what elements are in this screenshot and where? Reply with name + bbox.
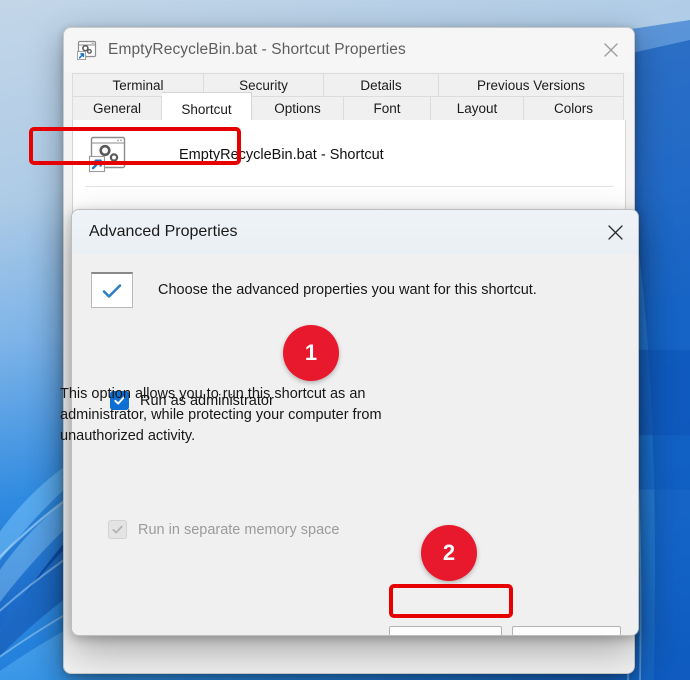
desktop-root: EmptyRecycleBin.bat - Shortcut Propertie… xyxy=(0,0,690,680)
shortcut-bat-icon xyxy=(76,39,98,61)
advanced-dialog-title: Advanced Properties xyxy=(89,223,238,240)
tab-general[interactable]: General xyxy=(72,96,162,120)
advanced-intro-text: Choose the advanced properties you want … xyxy=(158,282,537,298)
tab-details[interactable]: Details xyxy=(324,73,439,97)
tab-shortcut[interactable]: Shortcut xyxy=(162,92,252,120)
shortcut-name-label: EmptyRecycleBin.bat - Shortcut xyxy=(179,147,384,163)
ok-button[interactable]: OK xyxy=(389,626,502,635)
tab-row-top: Terminal Security Details Previous Versi… xyxy=(72,73,624,97)
advanced-dialog-titlebar: Advanced Properties xyxy=(72,210,638,254)
run-separate-memory-row: Run in separate memory space xyxy=(108,520,340,539)
properties-tabs: Terminal Security Details Previous Versi… xyxy=(72,73,626,120)
close-icon[interactable] xyxy=(592,210,638,254)
run-separate-memory-checkbox xyxy=(108,520,127,539)
tab-colors[interactable]: Colors xyxy=(524,96,624,120)
run-as-administrator-description: This option allows you to run this short… xyxy=(60,386,382,444)
tab-options[interactable]: Options xyxy=(252,96,344,120)
annotation-badge-2: 2 xyxy=(421,525,477,581)
shortcut-divider xyxy=(85,186,613,187)
close-icon[interactable] xyxy=(588,28,634,72)
annotation-badge-1: 1 xyxy=(283,325,339,381)
run-separate-memory-label: Run in separate memory space xyxy=(138,521,340,538)
advanced-intro: Choose the advanced properties you want … xyxy=(72,254,638,308)
page-title: EmptyRecycleBin.bat - Shortcut Propertie… xyxy=(108,41,406,58)
cancel-button[interactable]: Cancel xyxy=(512,626,621,635)
tab-row-bottom: General Shortcut Options Font Layout Col… xyxy=(72,92,624,120)
checkmark-box-icon xyxy=(91,272,133,308)
shortcut-header: EmptyRecycleBin.bat - Shortcut xyxy=(73,120,625,176)
tab-layout[interactable]: Layout xyxy=(431,96,524,120)
properties-titlebar: EmptyRecycleBin.bat - Shortcut Propertie… xyxy=(64,28,634,72)
tab-font[interactable]: Font xyxy=(344,96,431,120)
console-gears-shortcut-icon xyxy=(87,134,133,176)
tab-previous-versions[interactable]: Previous Versions xyxy=(439,73,624,97)
